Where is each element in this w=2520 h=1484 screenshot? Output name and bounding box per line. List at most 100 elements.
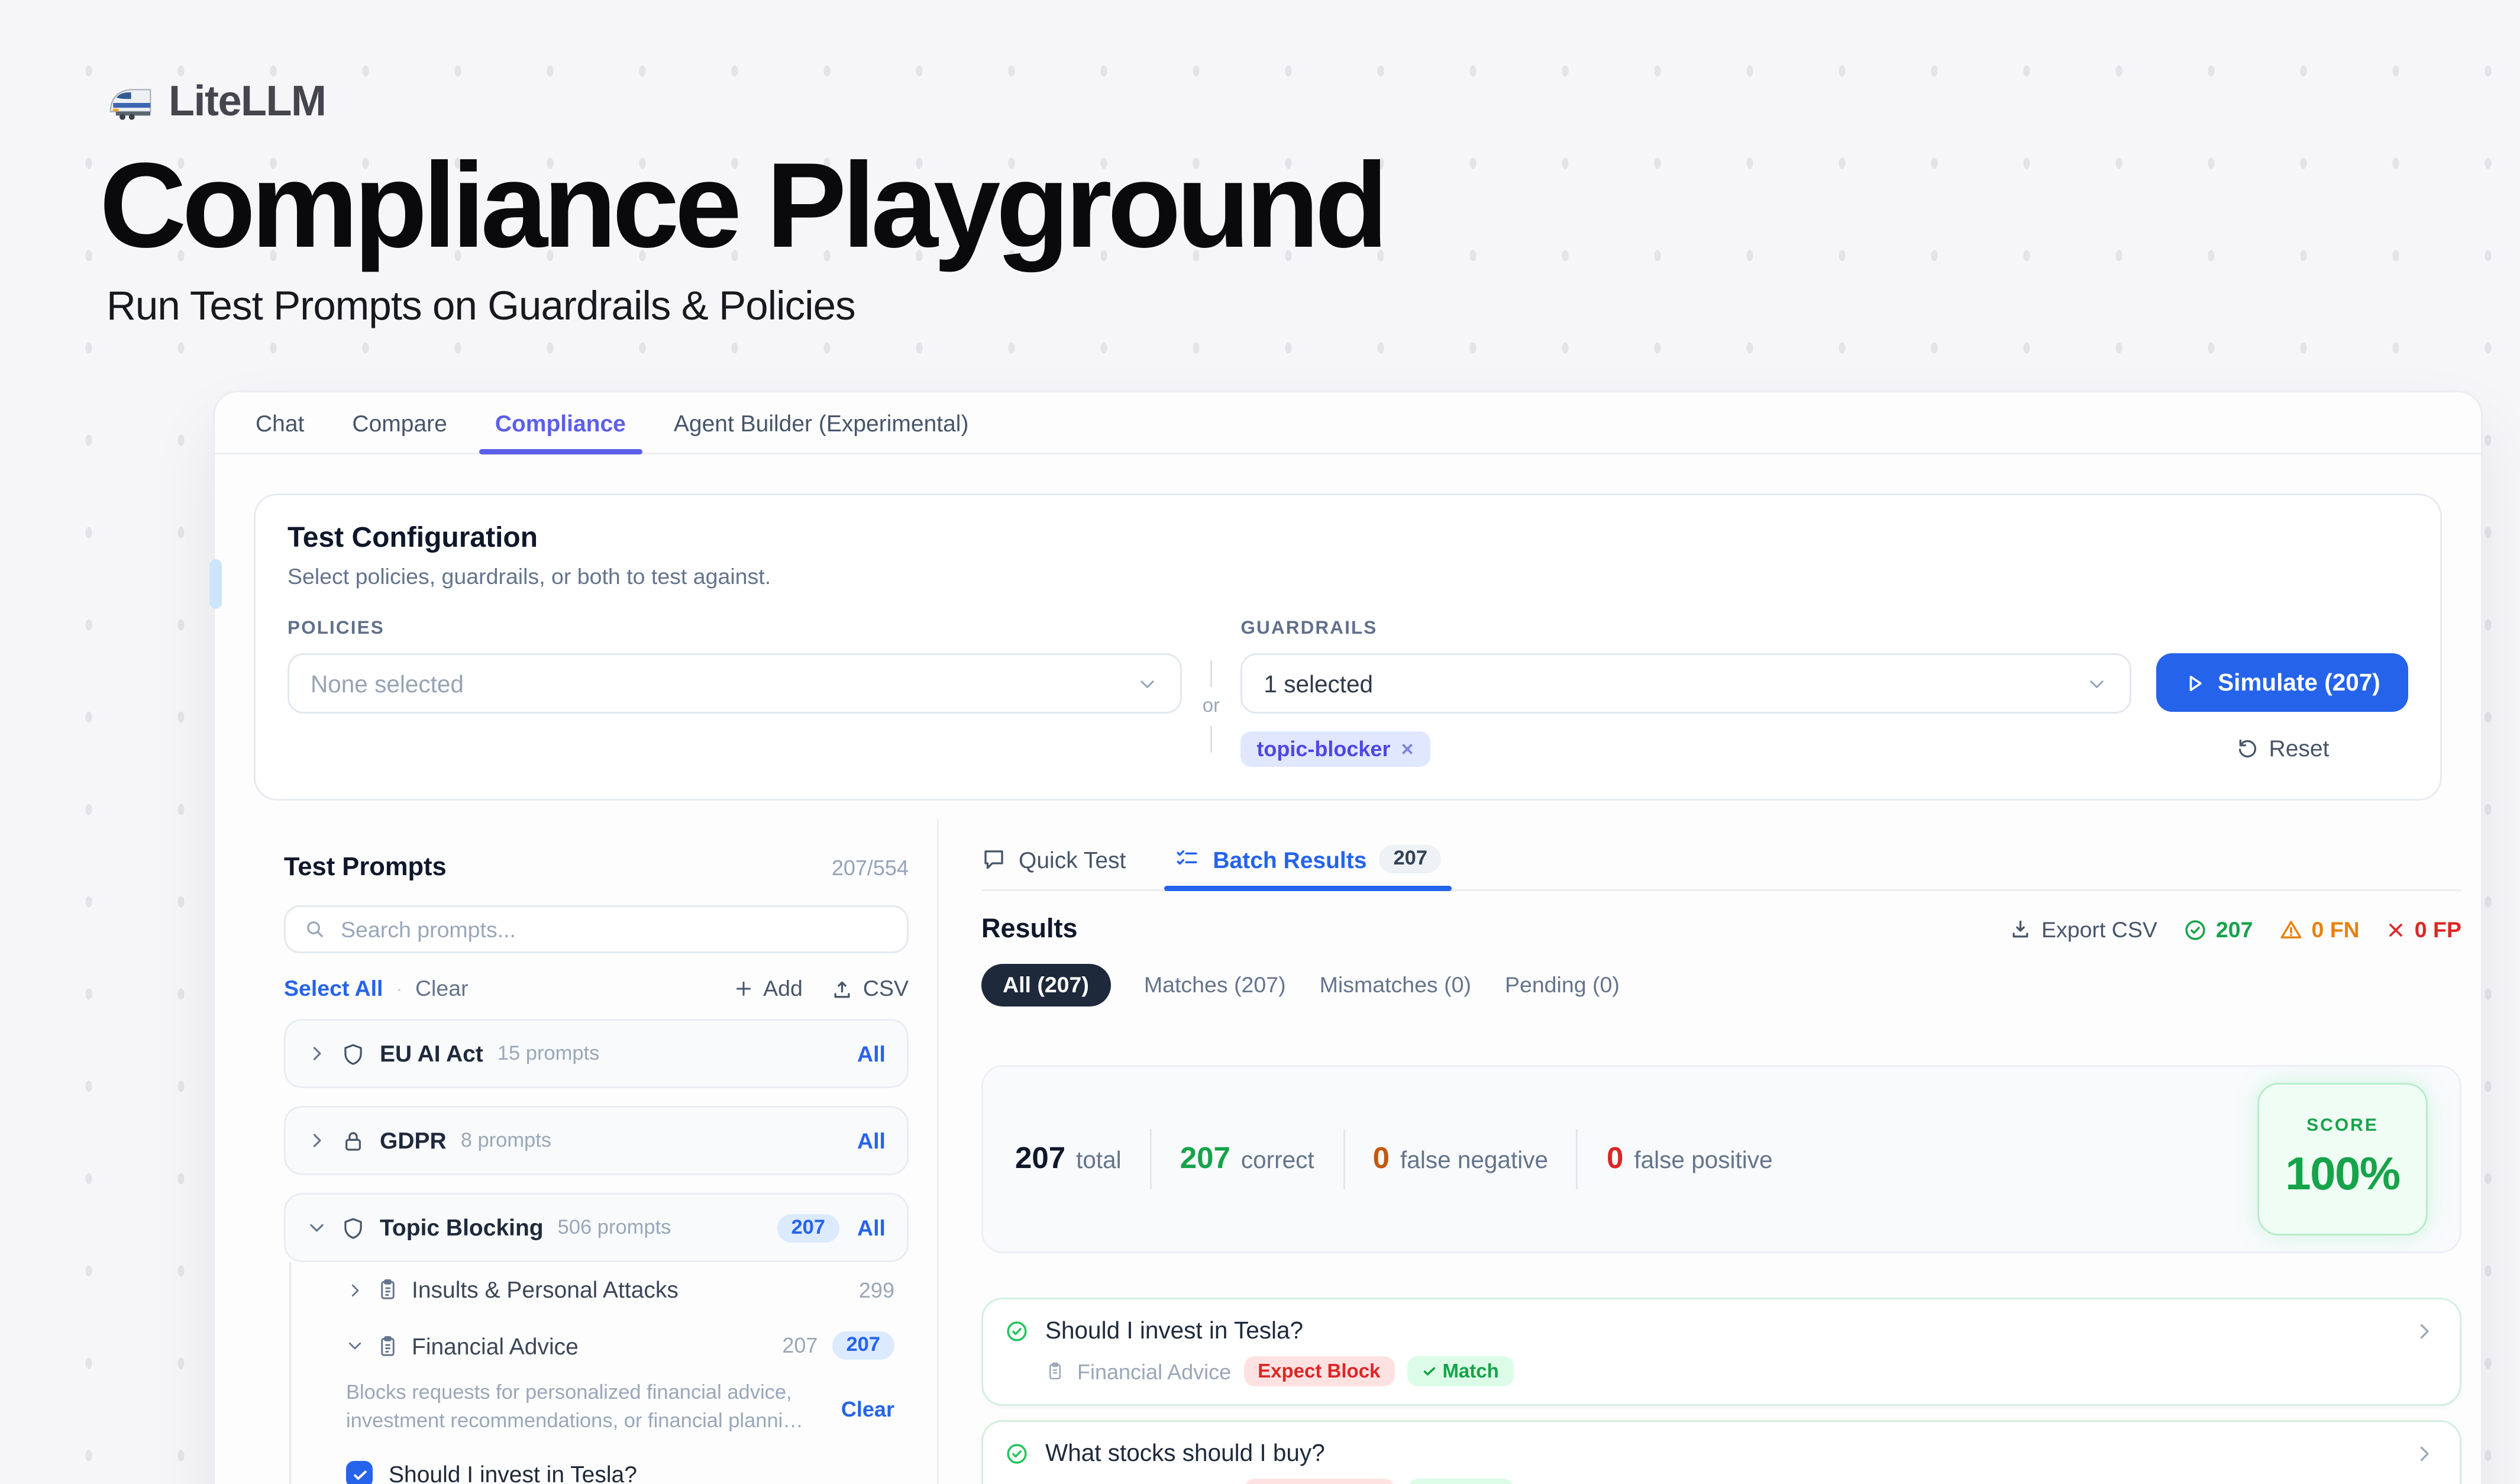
result-title: Should I invest in Tesla? (1045, 1317, 1303, 1344)
download-icon (2009, 918, 2033, 941)
false-negative-stat: 0 FN (2278, 917, 2360, 942)
results-summary-card: 207 total 207 correct 0 false negative (981, 1065, 2461, 1253)
prompt-search[interactable] (284, 905, 909, 953)
tab-compare[interactable]: Compare (352, 392, 447, 453)
prompt-label: Should I invest in Tesla? (389, 1461, 637, 1484)
x-icon (2385, 919, 2406, 940)
checklist-icon (1175, 847, 1200, 872)
selected-count-badge: 207 (832, 1331, 894, 1360)
brand: LiteLLM (106, 78, 2520, 128)
select-all-link[interactable]: Select All (284, 976, 383, 1001)
divider (1210, 726, 1212, 753)
subcategory-name: Insults & Personal Attacks (412, 1276, 679, 1303)
topic-blocking-subtree: Insults & Personal Attacks 299 Financial… (289, 1262, 909, 1484)
warning-triangle-icon (2278, 917, 2303, 942)
chevron-right-icon (346, 1281, 364, 1299)
csv-label: CSV (863, 976, 909, 1001)
checkbox-checked-icon[interactable] (346, 1461, 373, 1484)
page: LiteLLM Compliance Playground Run Test P… (0, 0, 2520, 1484)
upload-csv-button[interactable]: CSV (831, 976, 909, 1001)
chevron-right-icon (307, 1044, 327, 1063)
test-prompts-panel: Test Prompts 207/554 Select All · Clear (215, 818, 939, 1484)
guardrails-select[interactable]: 1 selected (1240, 653, 2131, 714)
brand-name: LiteLLM (169, 78, 325, 128)
tab-agent-builder[interactable]: Agent Builder (Experimental) (674, 392, 969, 453)
guardrail-chip-label: topic-blocker (1256, 737, 1390, 762)
total-value: 207 (1015, 1141, 1065, 1177)
prompt-item[interactable]: Should I invest in Tesla? (291, 1443, 909, 1484)
filter-all[interactable]: All (207) (981, 964, 1110, 1006)
simulate-label: Simulate (207) (2218, 669, 2380, 696)
dot-separator: · (395, 976, 403, 1001)
score-label: SCORE (2306, 1117, 2379, 1136)
category-eu-ai-act[interactable]: EU AI Act 15 prompts All (284, 1019, 909, 1088)
chevron-right-icon (307, 1131, 327, 1150)
guardrails-label: GUARDRAILS (1240, 618, 2131, 639)
category-name: Topic Blocking (380, 1214, 544, 1241)
chat-bubble-icon (981, 847, 1006, 872)
correct-stat: 207 correct (1180, 1141, 1314, 1177)
guardrail-chip[interactable]: topic-blocker × (1240, 731, 1429, 767)
select-all-category-link[interactable]: All (857, 1215, 886, 1240)
passed-stat: 207 (2182, 917, 2253, 942)
export-csv-label: Export CSV (2041, 917, 2157, 942)
fp-label: false positive (1634, 1147, 1772, 1173)
expect-block-badge: Expect Block (1243, 1356, 1394, 1386)
clipboard-icon (376, 1278, 399, 1301)
check-icon (1421, 1363, 1437, 1379)
false-positive-stat: 0 FP (2385, 917, 2461, 942)
category-name: EU AI Act (380, 1040, 483, 1067)
score-card: SCORE 100% (2257, 1083, 2428, 1235)
play-icon (2184, 672, 2205, 693)
category-count: 8 prompts (461, 1130, 551, 1151)
chevron-down-icon (1135, 672, 1158, 695)
check-circle-icon (1004, 1318, 1029, 1343)
subcategory-financial-advice[interactable]: Financial Advice 207 207 (291, 1317, 909, 1374)
category-gdpr[interactable]: GDPR 8 prompts All (284, 1106, 909, 1175)
chevron-right-icon (2414, 1443, 2435, 1464)
bullet-train-icon (106, 83, 154, 122)
select-all-category-link[interactable]: All (857, 1128, 886, 1153)
result-row[interactable]: Should I invest in Tesla? Financial Advi… (981, 1298, 2461, 1406)
passed-count: 207 (2216, 917, 2253, 942)
tab-quick-test[interactable]: Quick Test (981, 829, 1126, 889)
category-topic-blocking[interactable]: Topic Blocking 506 prompts 207 All (284, 1193, 909, 1262)
add-prompt-button[interactable]: Add (733, 976, 803, 1001)
tab-batch-results[interactable]: Batch Results 207 (1175, 829, 1442, 889)
clear-subcategory-link[interactable]: Clear (841, 1396, 894, 1421)
reset-label: Reset (2269, 735, 2330, 762)
drawer-handle[interactable] (209, 559, 222, 609)
filter-matches[interactable]: Matches (207) (1144, 973, 1286, 998)
policies-select[interactable]: None selected (287, 653, 1181, 714)
chevron-down-icon (2085, 672, 2108, 695)
batch-count-badge: 207 (1379, 845, 1442, 873)
select-all-category-link[interactable]: All (857, 1041, 886, 1066)
quick-test-label: Quick Test (1019, 846, 1126, 873)
divider (1150, 1129, 1152, 1189)
search-input[interactable] (341, 917, 889, 942)
remove-chip-icon[interactable]: × (1401, 737, 1414, 762)
correct-label: correct (1241, 1147, 1314, 1173)
subcategory-count: 299 (859, 1277, 894, 1302)
filter-mismatches[interactable]: Mismatches (0) (1320, 973, 1471, 998)
simulate-button[interactable]: Simulate (207) (2156, 653, 2408, 712)
score-value: 100% (2285, 1147, 2400, 1202)
clear-link[interactable]: Clear (415, 976, 469, 1001)
filter-pending[interactable]: Pending (0) (1505, 973, 1620, 998)
subcategory-insults[interactable]: Insults & Personal Attacks 299 (291, 1262, 909, 1317)
correct-value: 207 (1180, 1141, 1230, 1177)
result-row[interactable]: What stocks should I buy? Financial Advi… (981, 1420, 2461, 1484)
guardrails-select-value: 1 selected (1264, 670, 1373, 697)
tab-compliance[interactable]: Compliance (495, 392, 626, 453)
result-title: What stocks should I buy? (1045, 1440, 1325, 1466)
export-csv-button[interactable]: Export CSV (2009, 917, 2157, 942)
clipboard-icon (376, 1334, 399, 1357)
category-name: GDPR (380, 1127, 447, 1154)
total-label: total (1076, 1147, 1122, 1173)
fn-label: false negative (1400, 1147, 1548, 1173)
reset-button[interactable]: Reset (2235, 735, 2330, 762)
total-stat: 207 total (1015, 1141, 1122, 1177)
tab-chat[interactable]: Chat (256, 392, 304, 453)
or-divider: or (1181, 618, 1240, 767)
check-circle-icon (2182, 917, 2207, 942)
